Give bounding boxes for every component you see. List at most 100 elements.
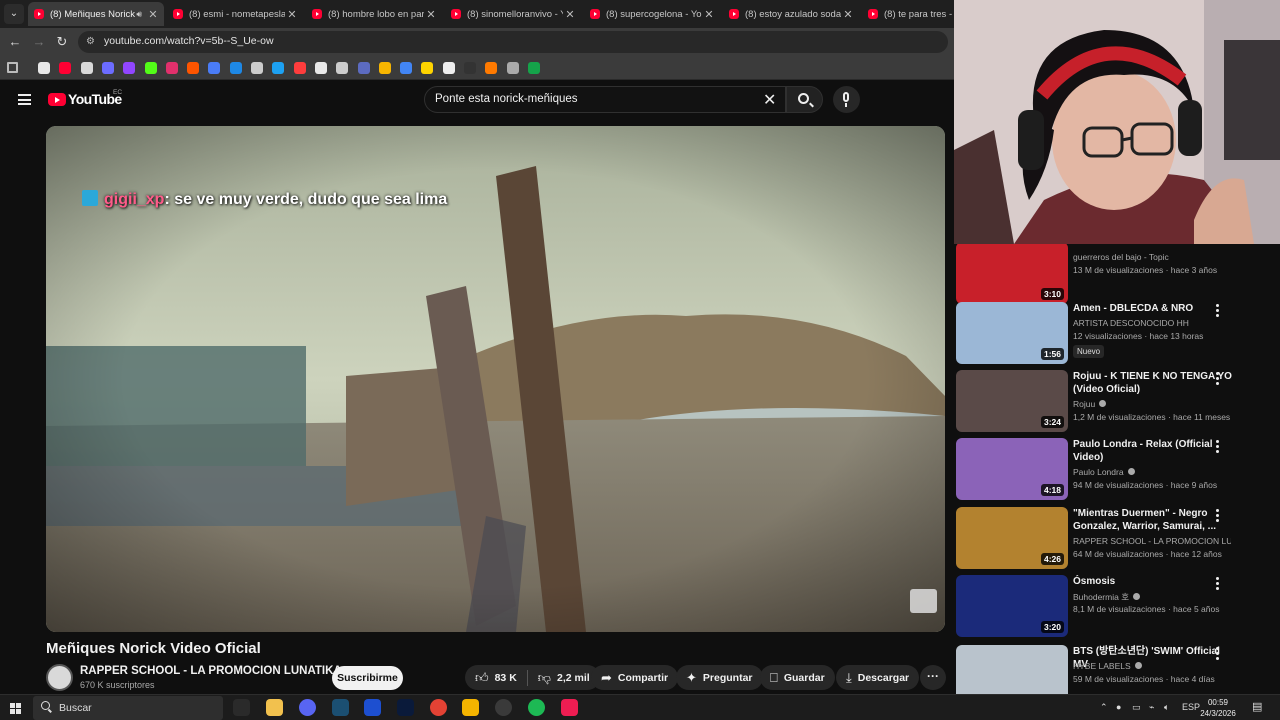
- chrome-canary-icon[interactable]: [462, 699, 479, 716]
- notifications-icon[interactable]: ▤: [1252, 700, 1262, 713]
- steam-icon[interactable]: [332, 699, 349, 716]
- recommendation-channel[interactable]: HYBE LABELS: [1073, 661, 1231, 671]
- recommendation-channel[interactable]: ARTISTA DESCONOCIDO HH: [1073, 318, 1231, 328]
- browser-tab[interactable]: (8) hombre lobo en paris ✕: [306, 2, 442, 26]
- recommendation-channel-text[interactable]: Rojuu: [1073, 399, 1095, 409]
- bookmark-favicon-icon[interactable]: [314, 62, 327, 74]
- recommendation-item[interactable]: BTS (방탄소년단) 'SWIM' Official MV HYBE LABEL…: [954, 645, 1280, 694]
- bookmark-favicon-icon[interactable]: [506, 62, 519, 74]
- search-button[interactable]: [786, 86, 823, 113]
- bookmark-favicon-icon[interactable]: [251, 62, 263, 74]
- video-thumbnail[interactable]: 3:24: [956, 370, 1068, 432]
- browser-tab[interactable]: (8) estoy azulado soda ste✕: [723, 2, 859, 26]
- recommendation-channel-text[interactable]: Paulo Londra: [1073, 467, 1124, 477]
- recommendation-channel[interactable]: Rojuu: [1073, 399, 1231, 409]
- microphone-icon[interactable]: ●: [1116, 702, 1121, 712]
- share-button[interactable]: ➦ Compartir: [591, 665, 679, 690]
- recommendation-channel[interactable]: Paulo Londra: [1073, 467, 1231, 477]
- video-player[interactable]: gigii_xp: se ve muy verde, dudo que sea …: [46, 126, 945, 632]
- like-button[interactable]: 👍︎ 83 K: [465, 665, 527, 690]
- close-tab-icon[interactable]: ✕: [563, 8, 577, 21]
- dislike-button[interactable]: 👎︎ 2,2 mil: [528, 665, 600, 690]
- clear-search-icon[interactable]: ✕: [763, 90, 776, 110]
- video-thumbnail[interactable]: 3:10: [956, 244, 1068, 304]
- browser-tab[interactable]: (8) sinomelloranvivo - You✕: [445, 2, 581, 26]
- bookmark-favicon-icon[interactable]: [165, 62, 178, 74]
- recommendation-item[interactable]: 4:18 Paulo Londra - Relax (Official Video…: [954, 438, 1280, 502]
- bookmark-favicon-icon[interactable]: [378, 62, 391, 74]
- browser-tab[interactable]: (8) supercogelona - YouTu✕: [584, 2, 720, 26]
- bookmark-favicon-icon[interactable]: [421, 62, 434, 74]
- url-text[interactable]: youtube.com/watch?v=5b--S_Ue-ow: [104, 35, 274, 47]
- recommendation-title[interactable]: Amen - DBLECDA & NRO: [1073, 302, 1235, 315]
- close-tab-icon[interactable]: ✕: [424, 8, 438, 21]
- search-input[interactable]: Ponte esta norick-meñiques: [435, 93, 578, 105]
- bookmark-favicon-icon[interactable]: [485, 62, 498, 74]
- vegas-icon[interactable]: [364, 699, 381, 716]
- bookmark-favicon-icon[interactable]: [464, 62, 476, 74]
- bookmark-favicon-icon[interactable]: [293, 62, 306, 74]
- chrome-icon[interactable]: [430, 699, 447, 716]
- wifi-off-icon[interactable]: ⌁: [1149, 702, 1154, 713]
- bookmark-favicon-icon[interactable]: [80, 62, 93, 74]
- recommendation-item[interactable]: 3:20 Ósmosis Buhodermia 호 8,1 M de visualiz…: [954, 575, 1280, 639]
- voice-search-icon[interactable]: [833, 86, 860, 113]
- apps-icon[interactable]: [7, 62, 18, 73]
- download-button[interactable]: ⤓ Descargar: [836, 665, 920, 690]
- bookmark-favicon-icon[interactable]: [144, 62, 157, 74]
- bookmark-favicon-icon[interactable]: [101, 62, 114, 74]
- subscribe-button[interactable]: Suscribirme: [332, 666, 403, 690]
- recommendation-channel-text[interactable]: ARTISTA DESCONOCIDO HH: [1073, 318, 1189, 328]
- bookmark-favicon-icon[interactable]: [400, 62, 413, 74]
- more-options-icon[interactable]: [1216, 440, 1219, 454]
- address-bar[interactable]: ⚙ youtube.com/watch?v=5b--S_Ue-ow: [78, 31, 948, 53]
- close-tab-icon[interactable]: ✕: [702, 8, 716, 21]
- menu-icon[interactable]: [18, 94, 31, 105]
- video-thumbnail[interactable]: 1:56: [956, 302, 1068, 364]
- spotify-icon[interactable]: [528, 699, 545, 716]
- save-button[interactable]: ⎕ Guardar: [760, 665, 835, 690]
- recommendation-item[interactable]: 4:26 "Mientras Duermen" - Negro Gonzalez,…: [954, 507, 1280, 571]
- bookmark-favicon-icon[interactable]: [59, 62, 72, 74]
- tab-audio-icon[interactable]: 🔊︎: [136, 9, 142, 20]
- bookmark-favicon-icon[interactable]: [229, 62, 242, 74]
- recommendation-channel-text[interactable]: guerreros del bajo - Topic: [1073, 252, 1169, 262]
- recommendation-channel-text[interactable]: Buhodermia 호: [1073, 592, 1129, 602]
- reload-icon[interactable]: ↻: [53, 33, 71, 51]
- discord-icon[interactable]: [299, 699, 316, 716]
- more-options-icon[interactable]: [1216, 647, 1219, 661]
- video-thumbnail[interactable]: 4:18: [956, 438, 1068, 500]
- channel-watermark-icon[interactable]: [910, 589, 937, 613]
- clock[interactable]: 00:59 24/3/2026: [1198, 697, 1238, 719]
- forward-icon[interactable]: →: [30, 33, 48, 51]
- tiktok-icon[interactable]: [561, 699, 578, 716]
- ask-button[interactable]: ✦ Preguntar: [676, 665, 763, 690]
- browser-tab[interactable]: (8) esmi - nometapeslacara✕: [167, 2, 303, 26]
- search-box[interactable]: Ponte esta norick-meñiques ✕: [424, 86, 786, 113]
- close-tab-icon[interactable]: ✕: [146, 8, 160, 21]
- network-icon[interactable]: ▭: [1132, 702, 1141, 713]
- bookmark-favicon-icon[interactable]: [208, 62, 221, 74]
- bookmark-favicon-icon[interactable]: [123, 62, 136, 74]
- more-actions-button[interactable]: ···: [920, 665, 946, 690]
- volume-icon[interactable]: 🔈︎: [1164, 702, 1169, 713]
- more-options-icon[interactable]: [1216, 577, 1219, 591]
- recommendation-item[interactable]: 1:56 Amen - DBLECDA & NRO ARTISTA DESCONOC…: [954, 302, 1280, 366]
- recommendation-title[interactable]: Paulo Londra - Relax (Official Video): [1073, 438, 1235, 464]
- recommendation-item[interactable]: 3:24 Rojuu - K TIENE K NO TENGA YO (Video…: [954, 370, 1280, 434]
- tab-search-button[interactable]: ⌄: [4, 4, 24, 24]
- recommendation-title[interactable]: Rojuu - K TIENE K NO TENGA YO (Video Ofi…: [1073, 370, 1235, 396]
- back-icon[interactable]: ←: [6, 33, 24, 51]
- recommendation-title[interactable]: Ósmosis: [1073, 575, 1235, 588]
- bookmark-favicon-icon[interactable]: [442, 62, 455, 74]
- more-options-icon[interactable]: [1216, 372, 1219, 386]
- file-explorer-icon[interactable]: [266, 699, 283, 716]
- channel-avatar[interactable]: [46, 664, 73, 691]
- channel-name-text[interactable]: RAPPER SCHOOL - LA PROMOCION LUNATIKA: [80, 665, 342, 677]
- more-options-icon[interactable]: [1216, 304, 1219, 318]
- obs-icon[interactable]: [495, 699, 512, 716]
- eric-app-icon[interactable]: [233, 699, 250, 716]
- bookmark-favicon-icon[interactable]: [336, 62, 349, 74]
- tray-overflow-icon[interactable]: ⌃: [1100, 702, 1108, 713]
- recommendation-channel[interactable]: guerreros del bajo - Topic: [1073, 252, 1231, 262]
